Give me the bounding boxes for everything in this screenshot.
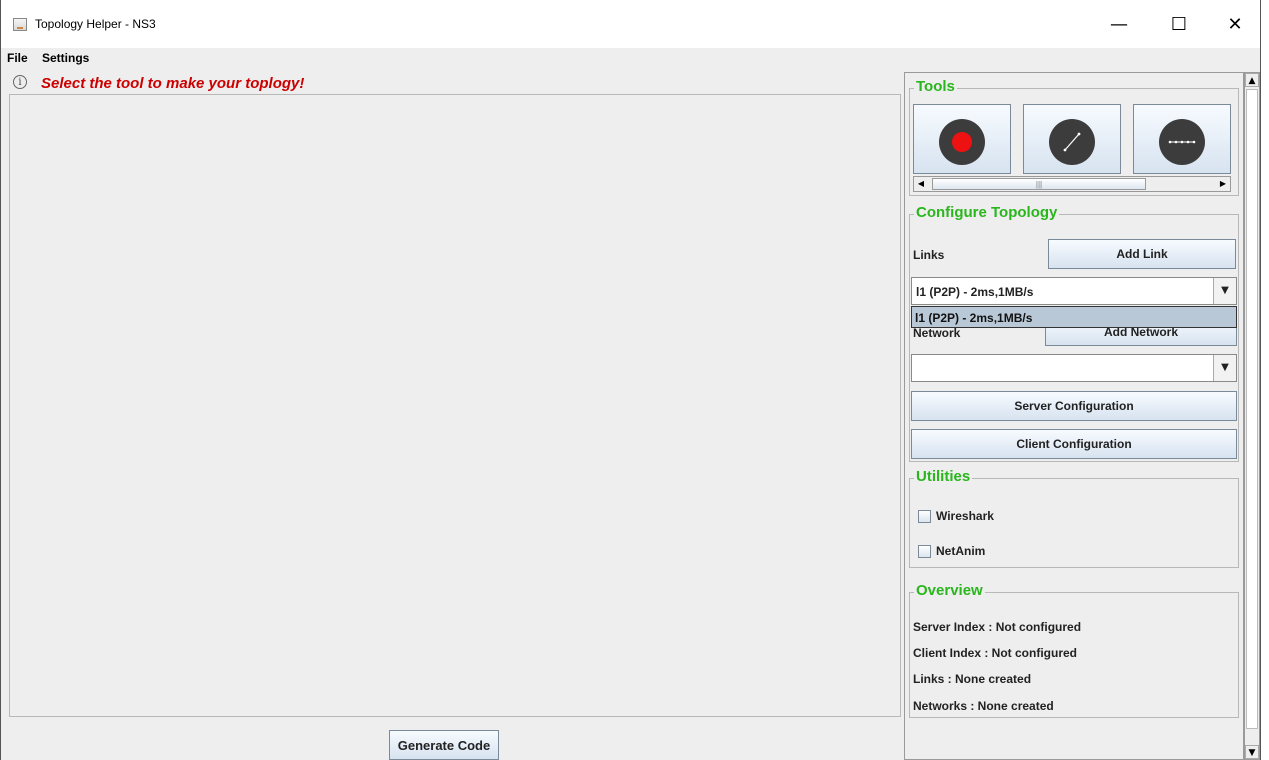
links-label: Links: [913, 248, 945, 262]
hint-bar: i Select the tool to make your toplogy!: [9, 72, 901, 95]
overview-client-index: Client Index : Not configured: [913, 646, 1077, 660]
tools-title: Tools: [914, 78, 957, 95]
title-bar: Topology Helper - NS3 — ☐ ✕: [1, 0, 1260, 48]
app-window: Topology Helper - NS3 — ☐ ✕ File Setting…: [0, 0, 1261, 760]
side-panel-vertical-scrollbar[interactable]: ▲ ▼: [1244, 72, 1260, 760]
info-icon: i: [13, 75, 27, 89]
network-tool-icon: [1159, 119, 1205, 165]
configure-title: Configure Topology: [914, 204, 1060, 221]
tools-horizontal-scrollbar[interactable]: ◀ ||| ▶: [913, 176, 1231, 192]
network-label: Network: [913, 326, 961, 340]
topology-canvas[interactable]: [9, 95, 901, 717]
scroll-thumb[interactable]: |||: [932, 178, 1146, 190]
overview-links: Links : None created: [913, 672, 1032, 686]
scroll-down-arrow-icon[interactable]: ▼: [1245, 745, 1259, 759]
menu-file[interactable]: File: [7, 51, 28, 65]
link-tool-icon: [1049, 119, 1095, 165]
netanim-checkbox[interactable]: [918, 545, 931, 558]
server-configuration-button[interactable]: Server Configuration: [911, 391, 1237, 421]
generate-code-button[interactable]: Generate Code: [389, 730, 499, 760]
menu-settings[interactable]: Settings: [42, 51, 89, 65]
links-dropdown-popup: l1 (P2P) - 2ms,1MB/s: [911, 306, 1237, 328]
vertical-scroll-thumb[interactable]: [1246, 89, 1258, 729]
links-popup-option[interactable]: l1 (P2P) - 2ms,1MB/s: [915, 311, 1032, 325]
utilities-title: Utilities: [914, 468, 973, 485]
links-selected-value: l1 (P2P) - 2ms,1MB/s: [916, 285, 1034, 299]
overview-title: Overview: [914, 582, 985, 599]
java-app-icon: [13, 18, 27, 31]
menu-bar: File Settings: [1, 48, 1260, 70]
scroll-up-arrow-icon[interactable]: ▲: [1245, 73, 1259, 87]
wireshark-checkbox[interactable]: [918, 510, 931, 523]
network-tool-button[interactable]: [1133, 104, 1231, 174]
network-dropdown[interactable]: ▼: [911, 354, 1237, 382]
chevron-down-icon[interactable]: ▼: [1213, 278, 1236, 304]
scroll-left-arrow-icon[interactable]: ◀: [914, 177, 928, 191]
hint-text: Select the tool to make your toplogy!: [41, 75, 305, 92]
overview-server-index: Server Index : Not configured: [913, 620, 1082, 634]
node-tool-button[interactable]: [913, 104, 1011, 174]
scroll-right-arrow-icon[interactable]: ▶: [1216, 177, 1230, 191]
links-dropdown[interactable]: l1 (P2P) - 2ms,1MB/s ▼: [911, 277, 1237, 305]
add-link-button[interactable]: Add Link: [1048, 239, 1236, 269]
wireshark-label[interactable]: Wireshark: [936, 509, 994, 523]
client-configuration-button[interactable]: Client Configuration: [911, 429, 1237, 459]
link-tool-button[interactable]: [1023, 104, 1121, 174]
close-button[interactable]: ✕: [1212, 10, 1258, 40]
overview-networks: Networks : None created: [913, 699, 1054, 713]
chevron-down-icon[interactable]: ▼: [1213, 355, 1236, 381]
netanim-label[interactable]: NetAnim: [936, 544, 985, 558]
node-tool-icon: [939, 119, 985, 165]
window-title: Topology Helper - NS3: [35, 17, 156, 31]
maximize-button[interactable]: ☐: [1156, 10, 1202, 40]
minimize-button[interactable]: —: [1096, 10, 1142, 40]
